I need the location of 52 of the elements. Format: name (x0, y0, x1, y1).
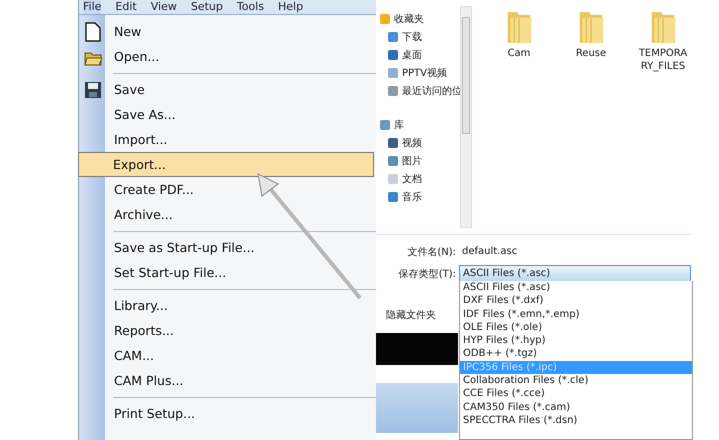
folder-item[interactable]: TEMPORARY_FILES (638, 10, 688, 73)
menu-bar-item[interactable]: Edit (115, 0, 137, 14)
dropdown-option[interactable]: SPECCTRA Files (*.dsn) (460, 414, 692, 428)
dropdown-option[interactable]: OLE Files (*.ole) (460, 320, 692, 334)
menu-bar-item[interactable]: File (83, 0, 102, 14)
menu-item[interactable]: Save As... (79, 102, 374, 127)
nav-item[interactable]: 文档 (380, 170, 460, 188)
menu-item[interactable]: New (79, 19, 374, 44)
menu-item[interactable]: Save (79, 77, 374, 102)
filename-field[interactable]: default.asc (459, 243, 691, 261)
nav-item[interactable]: PPTV视频 (380, 64, 460, 82)
nav-item[interactable]: 库 (380, 116, 460, 134)
menu-item[interactable]: Set Start-up File... (79, 260, 374, 285)
nav-item[interactable]: 图片 (380, 152, 460, 170)
dropdown-option[interactable]: IDF Files (*.emn,*.emp) (460, 308, 692, 321)
menu-bar-item[interactable]: Help (278, 0, 304, 14)
menu-bar-item[interactable]: Tools (236, 0, 264, 14)
nav-item[interactable]: 下载 (380, 28, 460, 46)
folder-icon (505, 10, 533, 44)
menu-item[interactable]: CAM... (79, 343, 374, 368)
menu-item[interactable]: Export... (78, 152, 374, 177)
dropdown-option[interactable]: CCE Files (*.cce) (460, 387, 692, 401)
folder-icon (577, 10, 605, 44)
nav-item[interactable]: 桌面 (380, 46, 460, 64)
menu-item[interactable]: Create PDF... (79, 177, 374, 202)
dropdown-option[interactable]: ODB++ (*.tgz) (460, 347, 692, 361)
folder-icon (649, 10, 677, 44)
dropdown-option[interactable]: CAM350 Files (*.cam) (460, 400, 692, 414)
menu-item[interactable]: Print Setup... (79, 401, 374, 426)
nav-item[interactable]: 视频 (380, 134, 460, 152)
folder-item[interactable]: Cam (494, 10, 544, 60)
menu-item[interactable]: Archive... (79, 202, 374, 227)
field-label: 文件名(N): (406, 246, 457, 259)
scrollbar[interactable] (460, 6, 472, 228)
menu-item[interactable]: Save as Start-up File... (79, 235, 374, 260)
menu-item[interactable]: Library... (79, 293, 374, 318)
nav-item[interactable]: 音乐 (380, 188, 460, 206)
menu-item[interactable]: Import... (79, 127, 374, 152)
menu-bar-item[interactable]: Setup (190, 0, 223, 14)
menu-item[interactable]: CAM Plus... (79, 368, 374, 393)
folder-item[interactable]: Reuse (566, 10, 616, 60)
dropdown-option[interactable]: Collaboration Files (*.cle) (460, 374, 692, 388)
page-icon (84, 22, 102, 42)
dropdown-option[interactable]: ASCII Files (*.asc) (460, 281, 692, 294)
menu-item[interactable]: Reports... (79, 318, 374, 343)
menu-bar-item[interactable]: View (150, 0, 177, 14)
dropdown-option[interactable]: DXF Files (*.dxf) (460, 294, 692, 308)
field-label: 保存类型(T): (398, 268, 457, 281)
hide-folders-toggle[interactable]: 隐藏文件夹 (386, 308, 436, 322)
dropdown-option[interactable]: HYP Files (*.hyp) (460, 334, 692, 348)
menu-item[interactable]: Open... (79, 44, 374, 69)
nav-item[interactable]: 收藏夹 (380, 10, 460, 28)
